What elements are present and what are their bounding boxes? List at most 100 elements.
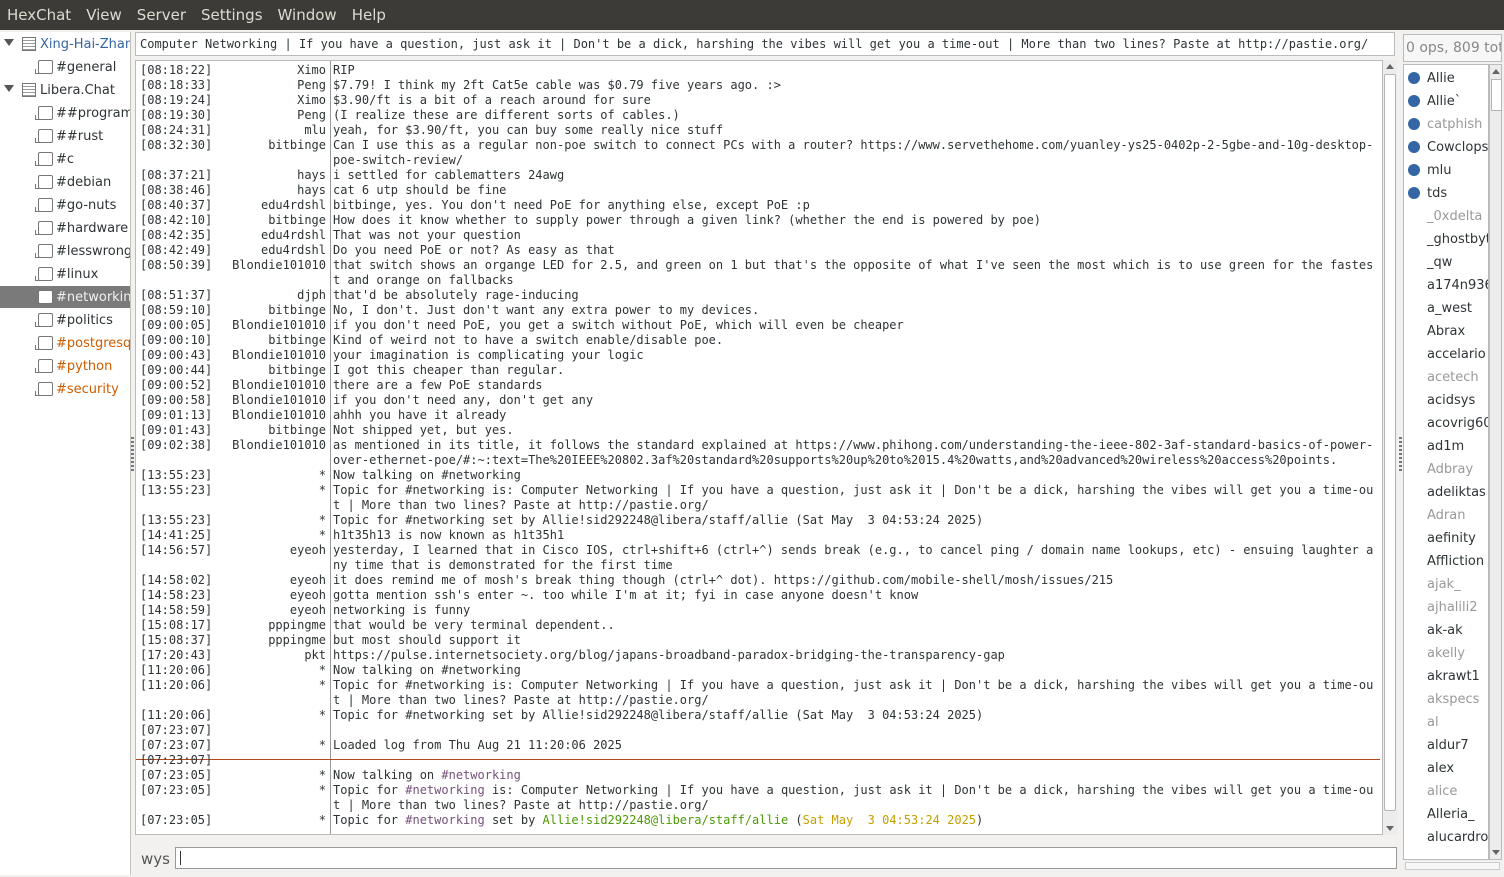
scroll-up-arrow-icon[interactable] (1492, 69, 1500, 74)
user-list-item[interactable]: akspecs (1404, 688, 1488, 711)
server-xinghaizhan[interactable]: Xing-Hai-Zhan (0, 33, 130, 55)
nickname[interactable]: djph (216, 288, 326, 303)
nickname[interactable]: eyeoh (216, 573, 326, 588)
user-list-item[interactable]: Allie (1404, 67, 1488, 90)
nickname[interactable]: * (216, 678, 326, 693)
user-list-item[interactable]: ak-ak (1404, 619, 1488, 642)
user-list-item[interactable]: Allie` (1404, 90, 1488, 113)
nickname[interactable]: mlu (216, 123, 326, 138)
nickname[interactable]: bitbinge (216, 213, 326, 228)
nickname[interactable]: Blondie101010 (216, 378, 326, 393)
user-list-item[interactable]: ajhalili2 (1404, 596, 1488, 619)
user-list-item[interactable]: Alleria_ (1404, 803, 1488, 826)
chat-scroll-thumb[interactable] (1384, 74, 1396, 811)
nick-button[interactable]: wys (141, 850, 170, 868)
nickname[interactable]: pppingme (216, 618, 326, 633)
nickname[interactable]: pppingme (216, 633, 326, 648)
nickname[interactable]: Blondie101010 (216, 438, 326, 453)
tree-pane-resize-grip[interactable] (131, 437, 134, 471)
userlist-scroll-thumb[interactable] (1491, 79, 1502, 111)
user-list-item[interactable]: ad1m (1404, 435, 1488, 458)
nickname[interactable]: * (216, 813, 326, 828)
nickname[interactable]: pkt (216, 648, 326, 663)
nickname[interactable]: * (216, 768, 326, 783)
nickname[interactable]: Blondie101010 (216, 258, 326, 273)
server-liberachat[interactable]: Libera.Chat (0, 79, 130, 101)
nickname[interactable]: bitbinge (216, 303, 326, 318)
user-list-item[interactable]: tds (1404, 182, 1488, 205)
nickname[interactable]: * (216, 483, 326, 498)
user-list-item[interactable]: a174n936 (1404, 274, 1488, 297)
menu-window[interactable]: Window (271, 6, 345, 24)
nickname[interactable]: Blondie101010 (216, 408, 326, 423)
user-list-item[interactable]: akelly (1404, 642, 1488, 665)
nickname[interactable]: Ximo (216, 63, 326, 78)
message-input[interactable] (175, 847, 1397, 869)
userlist-horizontal-scrollbar[interactable] (1405, 862, 1500, 870)
nickname[interactable]: hays (216, 168, 326, 183)
user-list-item[interactable]: _ghostbyte (1404, 228, 1488, 251)
user-list-item[interactable]: adeliktas (1404, 481, 1488, 504)
expand-arrow-icon[interactable] (4, 39, 14, 46)
menu-help[interactable]: Help (345, 6, 394, 24)
user-list-item[interactable]: Adbray (1404, 458, 1488, 481)
user-list-item[interactable]: Abrax (1404, 320, 1488, 343)
nickname[interactable]: Blondie101010 (216, 318, 326, 333)
nickname[interactable]: * (216, 513, 326, 528)
nickname[interactable]: bitbinge (216, 333, 326, 348)
hostmask-link[interactable]: Allie!sid292248@libera/staff/allie (543, 813, 789, 827)
menu-settings[interactable]: Settings (194, 6, 271, 24)
nickname[interactable]: * (216, 468, 326, 483)
userlist-scrollbar[interactable] (1489, 64, 1502, 860)
scroll-up-arrow-icon[interactable] (1386, 64, 1394, 69)
nickname[interactable]: * (216, 738, 326, 753)
nickname[interactable]: bitbinge (216, 363, 326, 378)
user-list-item[interactable]: acovrig60 (1404, 412, 1488, 435)
channel-security[interactable]: #security (0, 378, 130, 400)
nickname[interactable]: edu4rdshl (216, 243, 326, 258)
user-list-item[interactable]: akrawt1 (1404, 665, 1488, 688)
channel-programming[interactable]: ##programming (0, 102, 130, 124)
user-list-item[interactable]: alex (1404, 757, 1488, 780)
user-list-item[interactable]: Adran (1404, 504, 1488, 527)
channel-hardware[interactable]: #hardware (0, 217, 130, 239)
nickname[interactable]: * (216, 663, 326, 678)
nickname[interactable]: eyeoh (216, 603, 326, 618)
channel-linux[interactable]: #linux (0, 263, 130, 285)
expand-arrow-icon[interactable] (4, 85, 14, 92)
nickname[interactable]: Peng (216, 78, 326, 93)
user-list-item[interactable]: catphish (1404, 113, 1488, 136)
user-list-item[interactable]: aefinity (1404, 527, 1488, 550)
chat-log[interactable]: [08:18:22] Ximo RIP [08:18:33] Peng $7.79! I … (135, 60, 1383, 835)
nickname[interactable]: Ximo (216, 93, 326, 108)
nickname[interactable]: Blondie101010 (216, 348, 326, 363)
channel-lesswrong[interactable]: #lesswrong (0, 240, 130, 262)
scroll-down-arrow-icon[interactable] (1386, 826, 1394, 831)
channel-c[interactable]: #c (0, 148, 130, 170)
user-list-item[interactable]: accelario (1404, 343, 1488, 366)
user-list-item[interactable]: alice (1404, 780, 1488, 803)
nickname[interactable]: bitbinge (216, 423, 326, 438)
user-list-item[interactable]: acetech (1404, 366, 1488, 389)
user-list-item[interactable]: _0xdelta (1404, 205, 1488, 228)
user-list-item[interactable]: Affliction (1404, 550, 1488, 573)
nickname[interactable]: hays (216, 183, 326, 198)
nickname[interactable]: * (216, 783, 326, 798)
user-list-item[interactable]: ajak_ (1404, 573, 1488, 596)
menu-hexchat[interactable]: HexChat (0, 6, 79, 24)
nickname[interactable]: bitbinge (216, 138, 326, 153)
channel-link[interactable]: #networking (405, 813, 484, 827)
channel-link[interactable]: #networking (441, 768, 520, 782)
channel-networking[interactable]: #networking (0, 286, 130, 308)
nickname[interactable]: eyeoh (216, 588, 326, 603)
channel-postgresql[interactable]: #postgresql (0, 332, 130, 354)
user-list-item[interactable]: Cowclops` (1404, 136, 1488, 159)
channel-link[interactable]: #networking (405, 783, 484, 797)
user-list-item[interactable]: al (1404, 711, 1488, 734)
user-list-item[interactable]: aldur7 (1404, 734, 1488, 757)
nickname[interactable]: * (216, 528, 326, 543)
nickname[interactable]: Peng (216, 108, 326, 123)
channel-general[interactable]: #general (0, 56, 130, 78)
user-list-item[interactable]: mlu (1404, 159, 1488, 182)
channel-debian[interactable]: #debian (0, 171, 130, 193)
